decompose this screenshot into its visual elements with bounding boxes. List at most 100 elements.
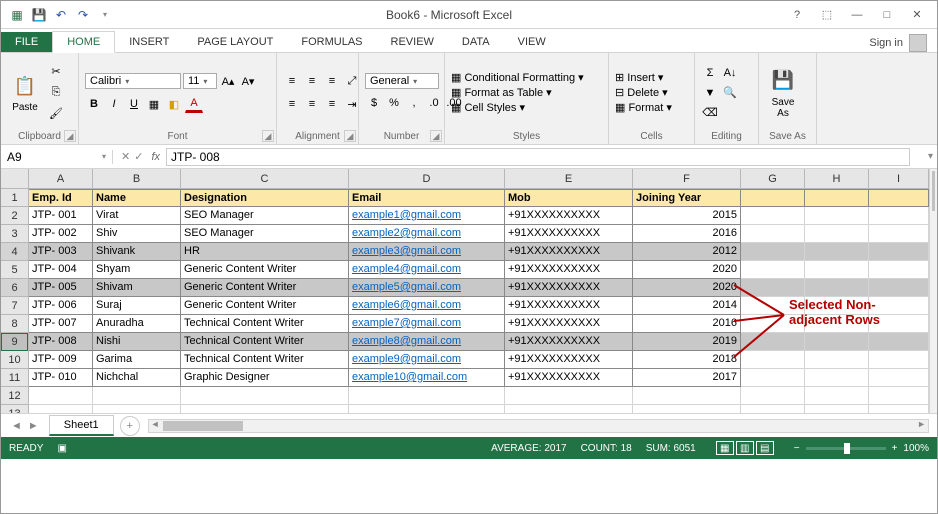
cell[interactable]: 2012 <box>633 243 741 261</box>
cell[interactable] <box>741 351 805 369</box>
tab-home[interactable]: HOME <box>52 31 115 53</box>
inc-decimal-icon[interactable]: .0 <box>425 94 443 112</box>
cell[interactable] <box>29 387 93 405</box>
column-header-E[interactable]: E <box>505 169 633 188</box>
cell[interactable] <box>741 279 805 297</box>
cell[interactable]: JTP- 009 <box>29 351 93 369</box>
row-header-4[interactable]: 4 <box>1 243 28 261</box>
cell[interactable]: Nichchal <box>93 369 181 387</box>
cell[interactable]: Shivam <box>93 279 181 297</box>
expand-formula-icon[interactable]: ▾ <box>924 151 937 162</box>
row-header-7[interactable]: 7 <box>1 297 28 315</box>
cell[interactable]: Garima <box>93 351 181 369</box>
column-header-C[interactable]: C <box>181 169 349 188</box>
row-header-11[interactable]: 11 <box>1 369 28 387</box>
cell[interactable]: 2017 <box>633 369 741 387</box>
cell[interactable] <box>741 369 805 387</box>
cell[interactable] <box>805 261 869 279</box>
cell[interactable]: 2016 <box>633 225 741 243</box>
cell-styles-button[interactable]: ▦ Cell Styles ▾ <box>451 101 584 114</box>
underline-icon[interactable]: U <box>125 95 143 113</box>
save-icon[interactable]: 💾 <box>29 5 49 25</box>
formula-input[interactable] <box>166 148 910 166</box>
cell[interactable]: 2018 <box>633 351 741 369</box>
cell[interactable]: Generic Content Writer <box>181 279 349 297</box>
cell[interactable] <box>741 243 805 261</box>
cell[interactable] <box>869 261 929 279</box>
cell[interactable] <box>805 279 869 297</box>
row-header-13[interactable]: 13 <box>1 405 28 413</box>
cell[interactable]: example4@gmail.com <box>349 261 505 279</box>
align-left-icon[interactable]: ≡ <box>283 95 301 113</box>
cell[interactable] <box>869 243 929 261</box>
excel-icon[interactable]: ▦ <box>7 5 27 25</box>
cell[interactable] <box>805 225 869 243</box>
zoom-control[interactable]: − + 100% <box>794 443 929 454</box>
cell[interactable] <box>181 387 349 405</box>
cell[interactable]: +91XXXXXXXXXX <box>505 225 633 243</box>
cell[interactable]: Shyam <box>93 261 181 279</box>
view-pagebreak-icon[interactable]: ▤ <box>756 441 774 455</box>
cell[interactable]: JTP- 006 <box>29 297 93 315</box>
fx-icon[interactable]: fx <box>151 151 166 163</box>
sheet-nav-next-icon[interactable]: ► <box>28 420 39 432</box>
row-header-1[interactable]: 1 <box>1 189 28 207</box>
fill-color-icon[interactable]: ◧ <box>165 95 183 113</box>
clear-icon[interactable]: ⌫ <box>701 104 719 122</box>
cell[interactable]: Technical Content Writer <box>181 333 349 351</box>
cell[interactable]: +91XXXXXXXXXX <box>505 279 633 297</box>
cell[interactable]: JTP- 001 <box>29 207 93 225</box>
name-box[interactable]: A9 <box>1 150 113 164</box>
cell[interactable] <box>869 207 929 225</box>
cell[interactable]: JTP- 010 <box>29 369 93 387</box>
align-bot-icon[interactable]: ≡ <box>323 72 341 90</box>
grow-font-icon[interactable]: A▴ <box>219 72 237 90</box>
cell[interactable]: example6@gmail.com <box>349 297 505 315</box>
cell[interactable]: Name <box>93 189 181 207</box>
view-normal-icon[interactable]: ▦ <box>716 441 734 455</box>
cell[interactable] <box>633 405 741 413</box>
cell[interactable]: SEO Manager <box>181 225 349 243</box>
cell[interactable] <box>349 405 505 413</box>
qat-dropdown-icon[interactable]: ▾ <box>95 5 115 25</box>
cell[interactable] <box>181 405 349 413</box>
cell[interactable] <box>805 351 869 369</box>
cell[interactable]: Mob <box>505 189 633 207</box>
row-header-9[interactable]: 9 <box>1 333 28 351</box>
vertical-scrollbar[interactable] <box>929 169 937 413</box>
cell[interactable] <box>869 405 929 413</box>
fill-icon[interactable]: ▼ <box>701 84 719 102</box>
cell[interactable]: SEO Manager <box>181 207 349 225</box>
row-header-2[interactable]: 2 <box>1 207 28 225</box>
column-header-B[interactable]: B <box>93 169 181 188</box>
font-name-combo[interactable]: Calibri <box>85 73 181 89</box>
cell[interactable]: Virat <box>93 207 181 225</box>
view-pagelayout-icon[interactable]: ▥ <box>736 441 754 455</box>
cell[interactable]: +91XXXXXXXXXX <box>505 243 633 261</box>
cell[interactable] <box>805 189 869 207</box>
copy-icon[interactable]: ⎘ <box>47 84 65 102</box>
cell[interactable]: +91XXXXXXXXXX <box>505 297 633 315</box>
cell[interactable]: example10@gmail.com <box>349 369 505 387</box>
row-header-8[interactable]: 8 <box>1 315 28 333</box>
column-header-I[interactable]: I <box>869 169 929 188</box>
tab-pagelayout[interactable]: PAGE LAYOUT <box>183 32 287 52</box>
cell[interactable]: +91XXXXXXXXXX <box>505 351 633 369</box>
cell[interactable]: Shiv <box>93 225 181 243</box>
cell[interactable]: example8@gmail.com <box>349 333 505 351</box>
new-sheet-button[interactable]: + <box>120 416 140 436</box>
border-icon[interactable]: ▦ <box>145 95 163 113</box>
cell[interactable]: +91XXXXXXXXXX <box>505 333 633 351</box>
cell[interactable]: Designation <box>181 189 349 207</box>
cell[interactable]: +91XXXXXXXXXX <box>505 207 633 225</box>
delete-cells-button[interactable]: ⊟ Delete ▾ <box>615 86 672 99</box>
cell[interactable]: HR <box>181 243 349 261</box>
number-launcher-icon[interactable]: ◢ <box>430 130 442 142</box>
cell[interactable]: JTP- 008 <box>29 333 93 351</box>
autosum-icon[interactable]: Σ <box>701 64 719 82</box>
cell[interactable] <box>741 405 805 413</box>
undo-icon[interactable]: ↶ <box>51 5 71 25</box>
cell[interactable] <box>805 405 869 413</box>
cell[interactable]: 2015 <box>633 207 741 225</box>
cell[interactable]: 2014 <box>633 297 741 315</box>
